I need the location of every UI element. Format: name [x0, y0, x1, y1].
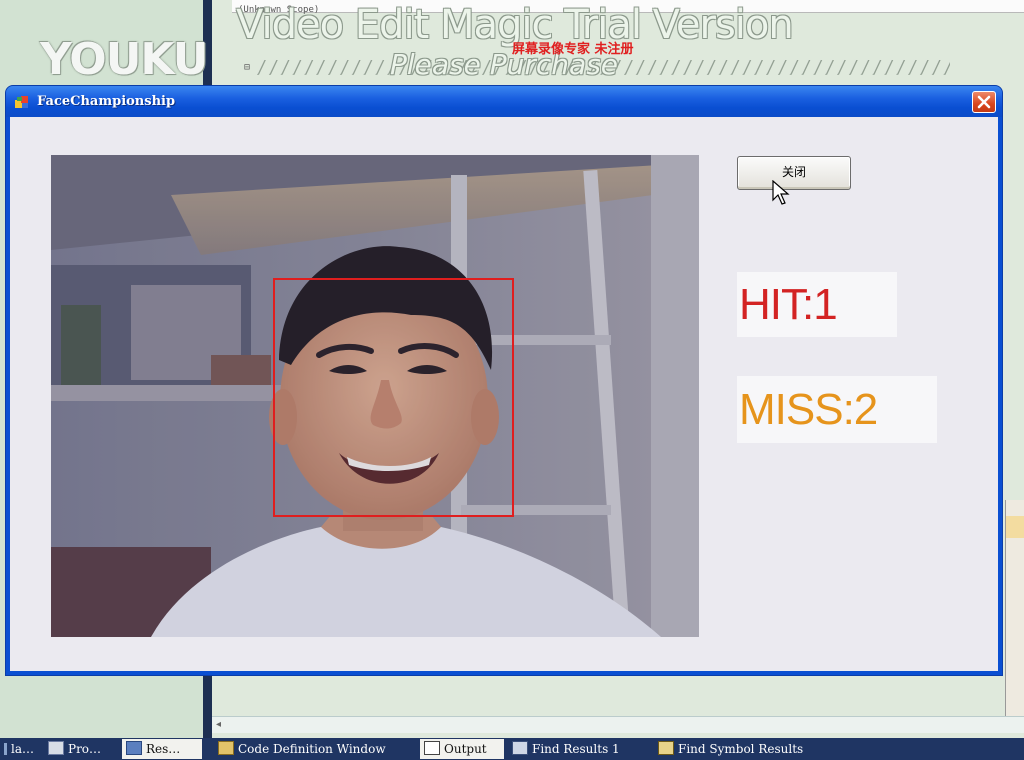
- find-results-icon: [512, 741, 528, 755]
- tab-label: Find Symbol Results: [678, 742, 804, 756]
- camera-view: [51, 155, 699, 637]
- window-close-button[interactable]: [972, 91, 996, 113]
- window-titlebar[interactable]: FaceChampionship: [6, 86, 1002, 117]
- code-definition-icon: [218, 741, 234, 755]
- scroll-left-icon[interactable]: ◂: [216, 719, 221, 730]
- tab-label: la…: [11, 742, 34, 756]
- properties-icon: [48, 741, 64, 755]
- mouse-cursor-icon: [772, 180, 790, 205]
- resource-icon: [126, 741, 142, 755]
- tab-label: Res…: [146, 742, 181, 756]
- face-detection-box: [273, 278, 514, 517]
- tool-window-tabs: la… Pro… Res… Code Definition Window Out…: [0, 738, 1024, 760]
- tab-label: Find Results 1: [532, 742, 620, 756]
- recorder-watermark: 屏幕录像专家 未注册: [512, 42, 634, 57]
- face-championship-window: FaceChampionship 关闭 HIT:1 MISS:2: [6, 86, 1002, 675]
- tab-code-definition-window[interactable]: Code Definition Window: [214, 739, 418, 759]
- find-symbol-icon: [658, 741, 674, 755]
- editor-horizontal-scrollbar[interactable]: ◂: [212, 716, 1024, 733]
- youku-watermark: YOUKU: [40, 34, 208, 85]
- tab-find-symbol-results[interactable]: Find Symbol Results: [654, 739, 838, 759]
- list-icon: [4, 743, 7, 755]
- hit-counter: HIT:1: [737, 272, 897, 337]
- tab-la[interactable]: la…: [0, 739, 40, 759]
- miss-counter: MISS:2: [737, 376, 937, 443]
- editor-side-strip: [1005, 500, 1024, 730]
- collapse-icon[interactable]: ⊟: [244, 62, 250, 73]
- tab-label: Code Definition Window: [238, 742, 386, 756]
- strip-marker: [1006, 516, 1024, 538]
- tab-properties[interactable]: Pro…: [44, 739, 118, 759]
- tab-resources[interactable]: Res…: [122, 739, 202, 759]
- tab-label: Output: [444, 742, 487, 756]
- close-button[interactable]: 关闭: [737, 156, 851, 190]
- tab-label: Pro…: [68, 742, 102, 756]
- close-icon: [977, 95, 991, 109]
- window-title: FaceChampionship: [37, 94, 176, 109]
- window-client-area: 关闭 HIT:1 MISS:2: [10, 117, 998, 671]
- tab-find-results[interactable]: Find Results 1: [508, 739, 652, 759]
- tab-output[interactable]: Output: [420, 739, 504, 759]
- app-icon: [15, 96, 28, 108]
- output-icon: [424, 741, 440, 755]
